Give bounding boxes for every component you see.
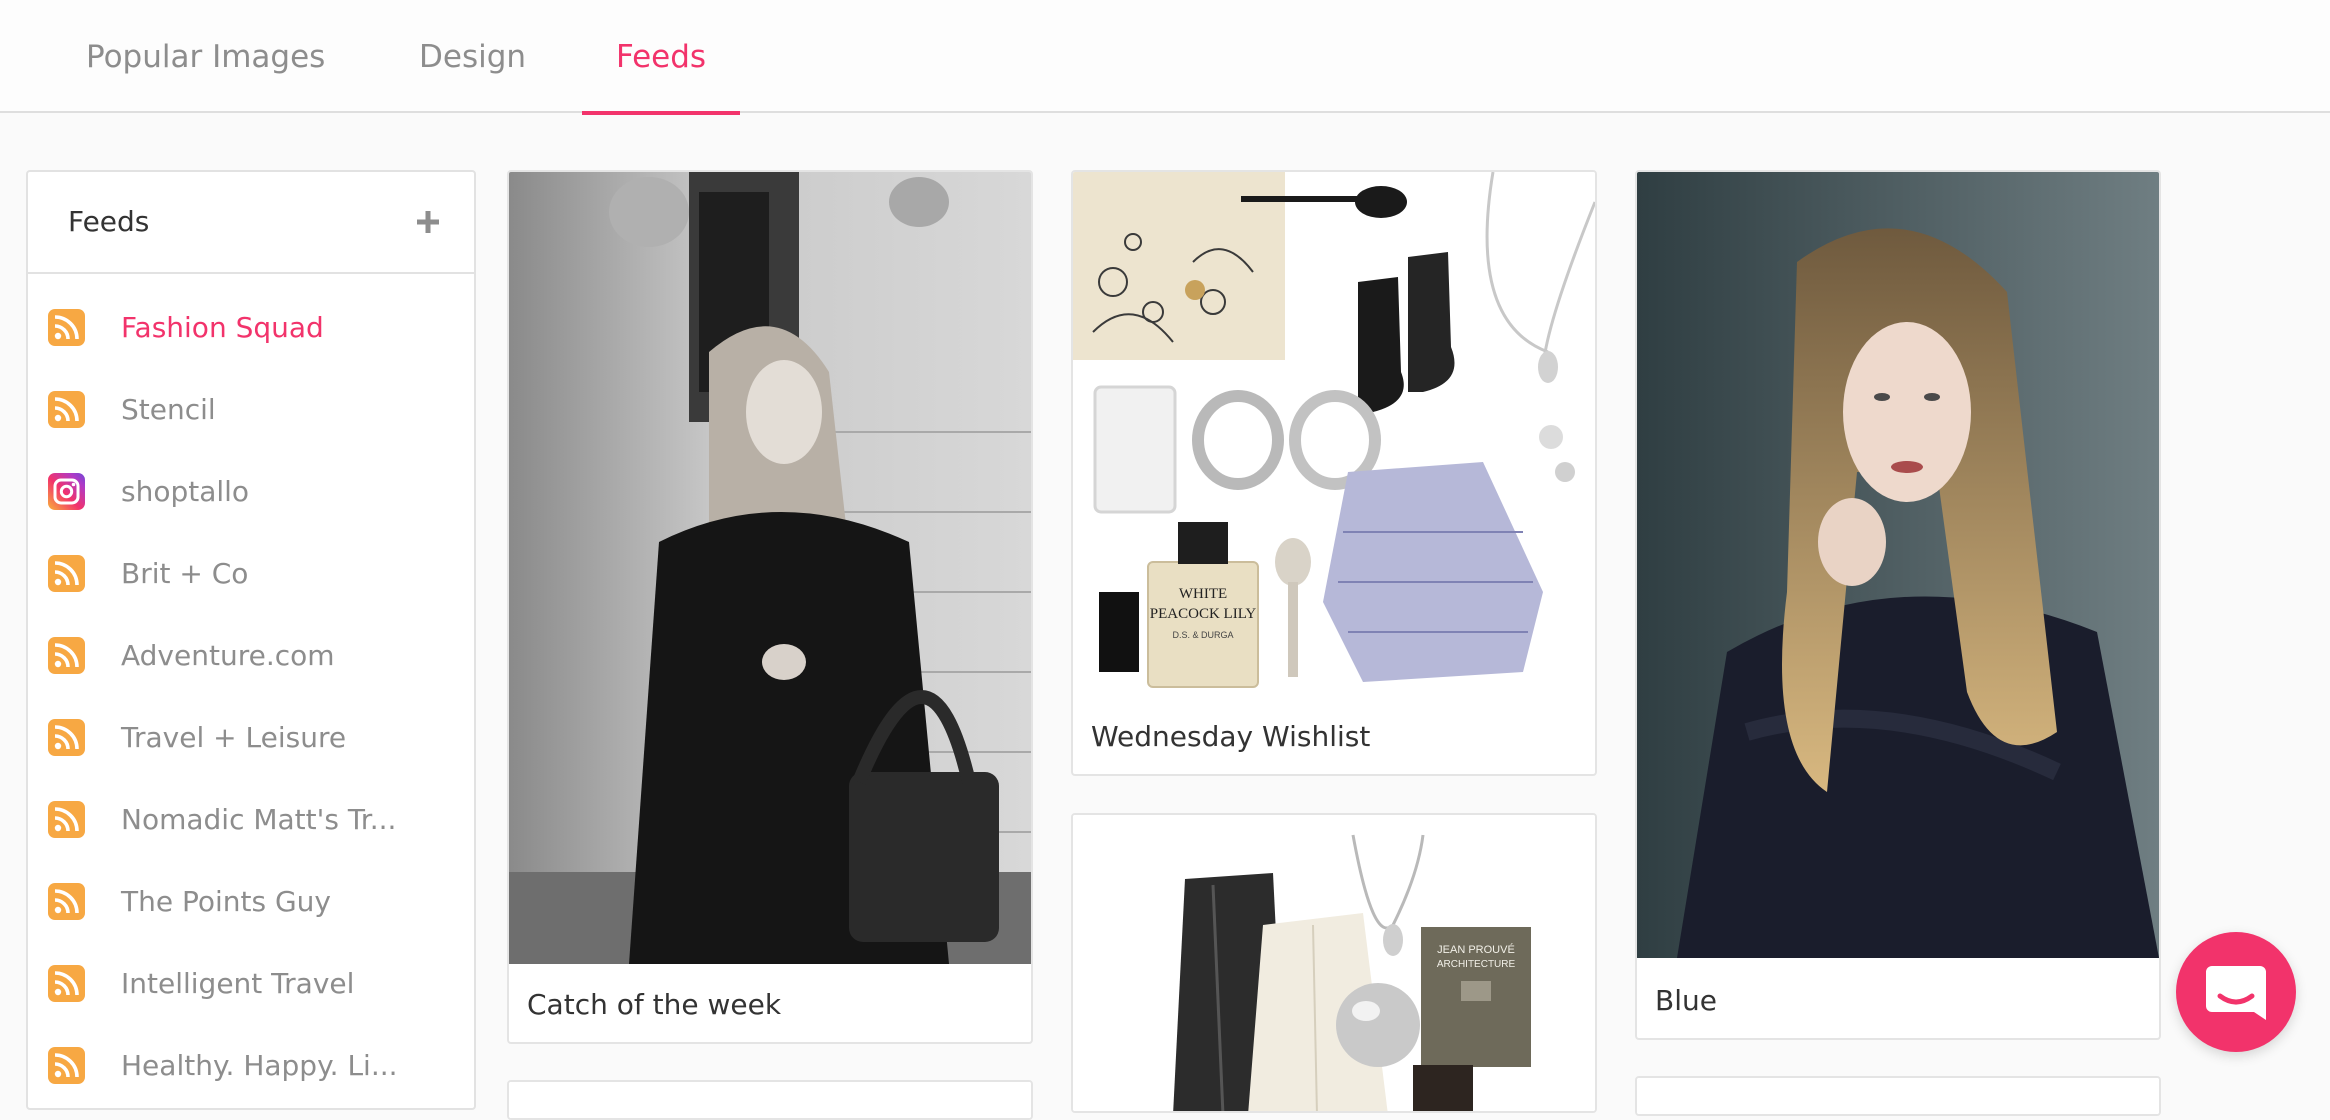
add-feed-button[interactable]	[408, 202, 448, 242]
sidebar-feed-label: shoptallo	[121, 475, 250, 508]
feed-card[interactable]: WHITE PEACOCK LILY D.S. & DURGA Wednesda…	[1071, 170, 1597, 776]
sidebar-feed-item[interactable]: Adventure.com	[28, 615, 474, 697]
bottle-label-brand: D.S. & DURGA	[1172, 630, 1233, 640]
feed-card[interactable]: Catch of the week	[507, 170, 1033, 1044]
tab-feeds[interactable]: Feeds	[582, 0, 740, 115]
rss-icon	[48, 883, 85, 920]
feed-card[interactable]: Blue	[1635, 170, 2161, 1040]
card-image: WHITE PEACOCK LILY D.S. & DURGA	[1073, 172, 1595, 696]
card-caption: Wednesday Wishlist	[1091, 720, 1371, 753]
rss-icon	[48, 801, 85, 838]
sidebar-feed-label: Healthy. Happy. Li...	[121, 1049, 398, 1082]
rss-icon	[48, 719, 85, 756]
top-tab-bar: Popular Images Design Feeds	[0, 0, 2330, 115]
sidebar-feed-label: Adventure.com	[121, 639, 335, 672]
sidebar-feed-label: Brit + Co	[121, 557, 249, 590]
sidebar-feed-item[interactable]: Intelligent Travel	[28, 943, 474, 1025]
card-image: JEAN PROUVÉ ARCHITECTURE	[1073, 815, 1595, 1111]
sidebar-title: Feeds	[68, 205, 150, 238]
bottle-label-line2: PEACOCK LILY	[1150, 606, 1257, 622]
rss-icon	[48, 391, 85, 428]
sidebar-feed-item[interactable]: Nomadic Matt's Tr...	[28, 779, 474, 861]
sidebar-feed-item[interactable]: Travel + Leisure	[28, 697, 474, 779]
rss-icon	[48, 637, 85, 674]
sidebar-feed-label: Nomadic Matt's Tr...	[121, 803, 397, 836]
sidebar-feed-label: Travel + Leisure	[121, 721, 347, 754]
sidebar-feed-label: Stencil	[121, 393, 216, 426]
rss-icon	[48, 1047, 85, 1084]
rss-icon	[48, 965, 85, 1002]
feeds-sidebar: Feeds Fashion Squad Stencil shoptallo Brit …	[26, 170, 476, 1110]
feed-card[interactable]	[1635, 1076, 2161, 1116]
tab-design[interactable]: Design	[419, 0, 529, 113]
book-title-line1: JEAN PROUVÉ	[1437, 943, 1515, 956]
sidebar-feed-item[interactable]: Fashion Squad	[28, 287, 474, 369]
rss-icon	[48, 555, 85, 592]
card-caption: Blue	[1655, 984, 1717, 1017]
sidebar-header: Feeds	[28, 172, 474, 274]
feed-card[interactable]: JEAN PROUVÉ ARCHITECTURE	[1071, 813, 1597, 1113]
card-image	[509, 1082, 1031, 1118]
chat-icon	[2206, 966, 2266, 1020]
bottle-label-line1: WHITE	[1179, 586, 1227, 602]
sidebar-feed-item[interactable]: shoptallo	[28, 451, 474, 533]
tab-popular-images[interactable]: Popular Images	[86, 0, 336, 113]
card-caption: Catch of the week	[527, 988, 782, 1021]
sidebar-feed-item[interactable]: Brit + Co	[28, 533, 474, 615]
rss-icon	[48, 309, 85, 346]
sidebar-feed-label: Intelligent Travel	[121, 967, 355, 1000]
book-title-line2: ARCHITECTURE	[1437, 959, 1516, 970]
sidebar-feed-label: Fashion Squad	[121, 311, 324, 344]
card-image	[509, 172, 1031, 964]
instagram-icon	[48, 473, 85, 510]
sidebar-feed-item[interactable]: The Points Guy	[28, 861, 474, 943]
card-image	[1637, 172, 2159, 958]
chat-launcher-button[interactable]	[2176, 932, 2296, 1052]
sidebar-feed-label: The Points Guy	[121, 885, 331, 918]
sidebar-feed-item[interactable]: Stencil	[28, 369, 474, 451]
plus-icon	[417, 211, 439, 233]
sidebar-feed-item[interactable]: Healthy. Happy. Li...	[28, 1025, 474, 1107]
feed-card[interactable]	[507, 1080, 1033, 1120]
